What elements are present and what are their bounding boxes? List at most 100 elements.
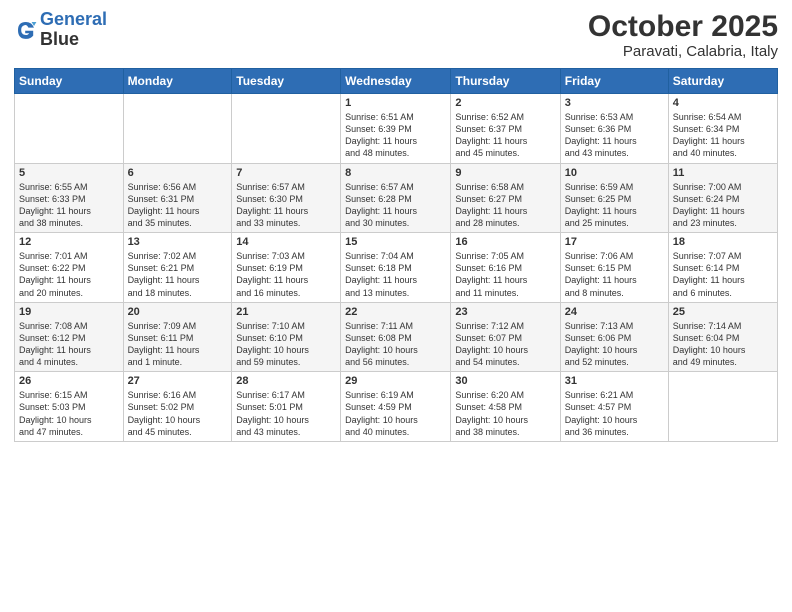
col-saturday: Saturday	[668, 69, 777, 94]
day-info: Sunrise: 7:04 AM Sunset: 6:18 PM Dayligh…	[345, 250, 446, 299]
day-number: 19	[19, 306, 119, 318]
header: General Blue October 2025 Paravati, Cala…	[14, 10, 778, 60]
day-number: 3	[565, 97, 664, 109]
table-row: 18 Sunrise: 7:07 AM Sunset: 6:14 PM Dayli…	[668, 233, 777, 303]
day-info: Sunrise: 7:01 AM Sunset: 6:22 PM Dayligh…	[19, 250, 119, 299]
day-info: Sunrise: 6:51 AM Sunset: 6:39 PM Dayligh…	[345, 111, 446, 160]
day-info: Sunrise: 7:09 AM Sunset: 6:11 PM Dayligh…	[128, 320, 228, 369]
day-info: Sunrise: 6:55 AM Sunset: 6:33 PM Dayligh…	[19, 181, 119, 230]
table-row: 8 Sunrise: 6:57 AM Sunset: 6:28 PM Daylig…	[341, 163, 451, 233]
day-number: 29	[345, 375, 446, 387]
day-info: Sunrise: 6:20 AM Sunset: 4:58 PM Dayligh…	[455, 389, 555, 438]
day-info: Sunrise: 6:57 AM Sunset: 6:30 PM Dayligh…	[236, 181, 336, 230]
table-row: 12 Sunrise: 7:01 AM Sunset: 6:22 PM Dayli…	[15, 233, 124, 303]
table-row	[232, 94, 341, 164]
day-number: 18	[673, 236, 773, 248]
page-subtitle: Paravati, Calabria, Italy	[588, 43, 778, 60]
table-row: 7 Sunrise: 6:57 AM Sunset: 6:30 PM Daylig…	[232, 163, 341, 233]
table-row: 29 Sunrise: 6:19 AM Sunset: 4:59 PM Dayli…	[341, 372, 451, 442]
day-number: 17	[565, 236, 664, 248]
day-info: Sunrise: 7:10 AM Sunset: 6:10 PM Dayligh…	[236, 320, 336, 369]
logo-line1: General	[40, 9, 107, 29]
table-row: 13Sunrise: 7:02 AM Sunset: 6:21 PM Dayli…	[123, 233, 232, 303]
page: General Blue October 2025 Paravati, Cala…	[0, 0, 792, 612]
logo-icon	[14, 18, 38, 42]
day-number: 26	[19, 375, 119, 387]
calendar-header-row: Sunday Monday Tuesday Wednesday Thursday…	[15, 69, 778, 94]
table-row: 3 Sunrise: 6:53 AM Sunset: 6:36 PM Daylig…	[560, 94, 668, 164]
day-info: Sunrise: 7:07 AM Sunset: 6:14 PM Dayligh…	[673, 250, 773, 299]
day-info: Sunrise: 6:57 AM Sunset: 6:28 PM Dayligh…	[345, 181, 446, 230]
col-wednesday: Wednesday	[341, 69, 451, 94]
col-thursday: Thursday	[451, 69, 560, 94]
table-row: 30 Sunrise: 6:20 AM Sunset: 4:58 PM Dayli…	[451, 372, 560, 442]
table-row: 24Sunrise: 7:13 AM Sunset: 6:06 PM Dayli…	[560, 302, 668, 372]
day-number: 15	[345, 236, 446, 248]
day-info: Sunrise: 7:02 AM Sunset: 6:21 PM Dayligh…	[128, 250, 228, 299]
day-number: 2	[455, 97, 555, 109]
day-number: 20	[128, 306, 228, 318]
col-monday: Monday	[123, 69, 232, 94]
table-row: 11Sunrise: 7:00 AM Sunset: 6:24 PM Dayli…	[668, 163, 777, 233]
day-number: 8	[345, 167, 446, 179]
day-number: 31	[565, 375, 664, 387]
calendar-week-4: 19 Sunrise: 7:08 AM Sunset: 6:12 PM Dayli…	[15, 302, 778, 372]
day-number: 5	[19, 167, 119, 179]
table-row: 1Sunrise: 6:51 AM Sunset: 6:39 PM Daylig…	[341, 94, 451, 164]
table-row: 22Sunrise: 7:11 AM Sunset: 6:08 PM Dayli…	[341, 302, 451, 372]
day-info: Sunrise: 6:21 AM Sunset: 4:57 PM Dayligh…	[565, 389, 664, 438]
calendar-week-2: 5 Sunrise: 6:55 AM Sunset: 6:33 PM Daylig…	[15, 163, 778, 233]
table-row: 27 Sunrise: 6:16 AM Sunset: 5:02 PM Dayli…	[123, 372, 232, 442]
table-row	[668, 372, 777, 442]
table-row: 6Sunrise: 6:56 AM Sunset: 6:31 PM Daylig…	[123, 163, 232, 233]
table-row: 14Sunrise: 7:03 AM Sunset: 6:19 PM Dayli…	[232, 233, 341, 303]
table-row: 17 Sunrise: 7:06 AM Sunset: 6:15 PM Dayli…	[560, 233, 668, 303]
table-row: 10 Sunrise: 6:59 AM Sunset: 6:25 PM Dayli…	[560, 163, 668, 233]
title-area: October 2025 Paravati, Calabria, Italy	[588, 10, 778, 60]
day-info: Sunrise: 6:58 AM Sunset: 6:27 PM Dayligh…	[455, 181, 555, 230]
day-info: Sunrise: 6:16 AM Sunset: 5:02 PM Dayligh…	[128, 389, 228, 438]
day-number: 21	[236, 306, 336, 318]
day-info: Sunrise: 7:05 AM Sunset: 6:16 PM Dayligh…	[455, 250, 555, 299]
logo-line2: Blue	[40, 30, 107, 50]
day-number: 11	[673, 167, 773, 179]
day-number: 4	[673, 97, 773, 109]
table-row: 19 Sunrise: 7:08 AM Sunset: 6:12 PM Dayli…	[15, 302, 124, 372]
day-number: 27	[128, 375, 228, 387]
table-row: 28Sunrise: 6:17 AM Sunset: 5:01 PM Dayli…	[232, 372, 341, 442]
table-row: 21 Sunrise: 7:10 AM Sunset: 6:10 PM Dayli…	[232, 302, 341, 372]
day-number: 12	[19, 236, 119, 248]
table-row: 23Sunrise: 7:12 AM Sunset: 6:07 PM Dayli…	[451, 302, 560, 372]
col-tuesday: Tuesday	[232, 69, 341, 94]
table-row: 2 Sunrise: 6:52 AM Sunset: 6:37 PM Daylig…	[451, 94, 560, 164]
day-number: 30	[455, 375, 555, 387]
table-row	[15, 94, 124, 164]
table-row: 5 Sunrise: 6:55 AM Sunset: 6:33 PM Daylig…	[15, 163, 124, 233]
day-info: Sunrise: 7:11 AM Sunset: 6:08 PM Dayligh…	[345, 320, 446, 369]
day-number: 25	[673, 306, 773, 318]
day-info: Sunrise: 7:06 AM Sunset: 6:15 PM Dayligh…	[565, 250, 664, 299]
calendar-week-5: 26 Sunrise: 6:15 AM Sunset: 5:03 PM Dayli…	[15, 372, 778, 442]
table-row: 15 Sunrise: 7:04 AM Sunset: 6:18 PM Dayli…	[341, 233, 451, 303]
col-friday: Friday	[560, 69, 668, 94]
day-info: Sunrise: 6:59 AM Sunset: 6:25 PM Dayligh…	[565, 181, 664, 230]
day-number: 9	[455, 167, 555, 179]
day-info: Sunrise: 7:14 AM Sunset: 6:04 PM Dayligh…	[673, 320, 773, 369]
day-number: 7	[236, 167, 336, 179]
logo: General Blue	[14, 10, 107, 50]
day-number: 23	[455, 306, 555, 318]
calendar-week-1: 1Sunrise: 6:51 AM Sunset: 6:39 PM Daylig…	[15, 94, 778, 164]
day-number: 10	[565, 167, 664, 179]
table-row: 26 Sunrise: 6:15 AM Sunset: 5:03 PM Dayli…	[15, 372, 124, 442]
table-row: 9 Sunrise: 6:58 AM Sunset: 6:27 PM Daylig…	[451, 163, 560, 233]
table-row: 25 Sunrise: 7:14 AM Sunset: 6:04 PM Dayli…	[668, 302, 777, 372]
table-row: 4Sunrise: 6:54 AM Sunset: 6:34 PM Daylig…	[668, 94, 777, 164]
col-sunday: Sunday	[15, 69, 124, 94]
day-info: Sunrise: 6:53 AM Sunset: 6:36 PM Dayligh…	[565, 111, 664, 160]
day-info: Sunrise: 6:19 AM Sunset: 4:59 PM Dayligh…	[345, 389, 446, 438]
day-number: 6	[128, 167, 228, 179]
day-info: Sunrise: 6:52 AM Sunset: 6:37 PM Dayligh…	[455, 111, 555, 160]
day-info: Sunrise: 6:15 AM Sunset: 5:03 PM Dayligh…	[19, 389, 119, 438]
day-info: Sunrise: 7:13 AM Sunset: 6:06 PM Dayligh…	[565, 320, 664, 369]
day-info: Sunrise: 7:08 AM Sunset: 6:12 PM Dayligh…	[19, 320, 119, 369]
